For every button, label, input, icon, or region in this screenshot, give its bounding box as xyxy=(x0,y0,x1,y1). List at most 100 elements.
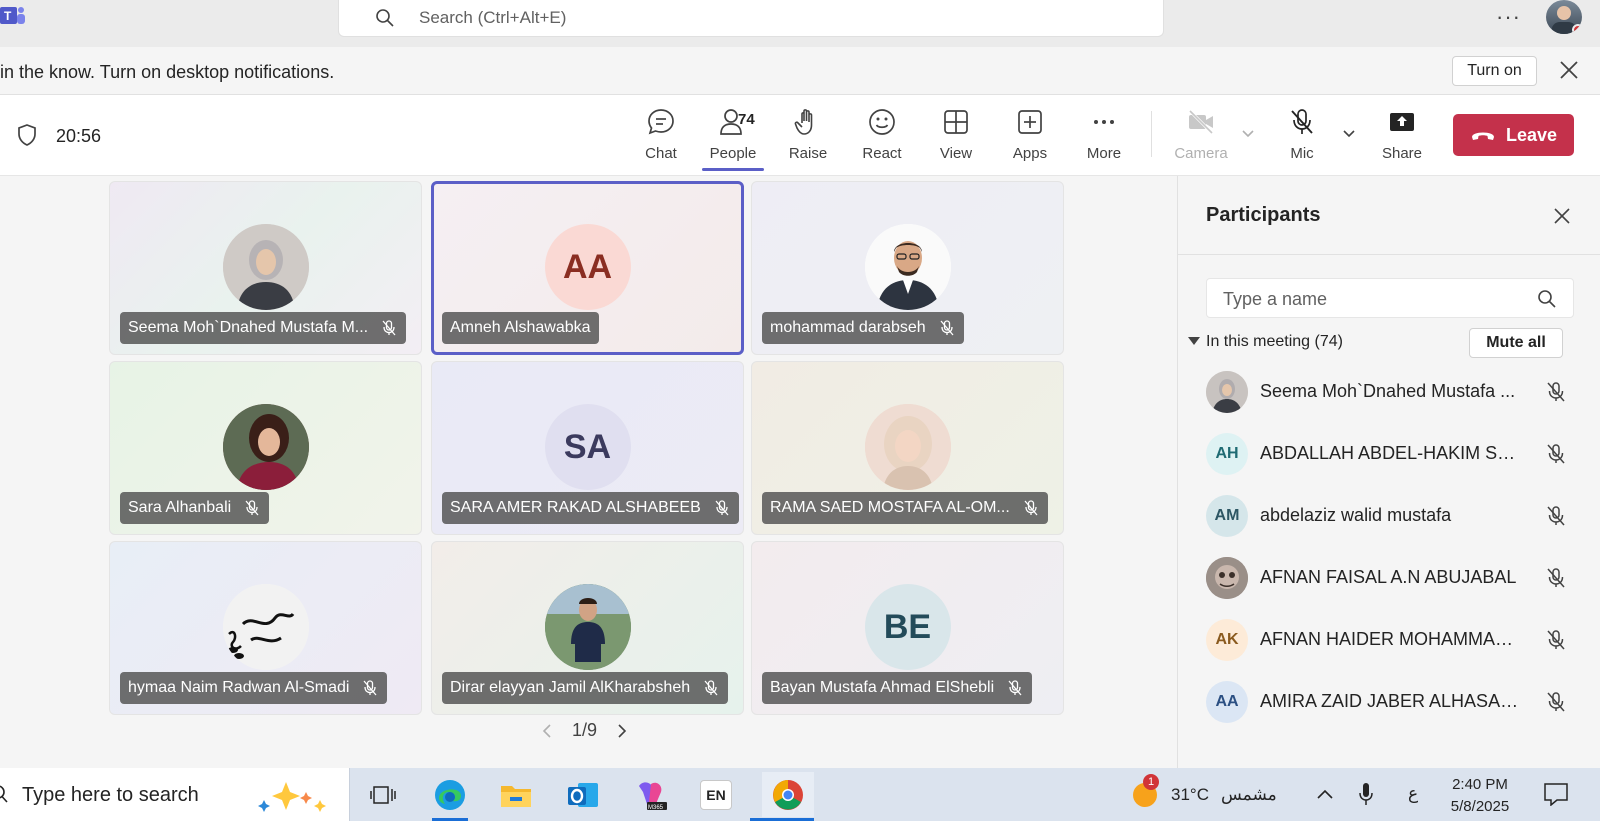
mic-off-icon xyxy=(1291,109,1313,134)
toolbar-divider xyxy=(1151,111,1152,157)
video-tile[interactable]: Seema Moh`Dnahed Mustafa M... xyxy=(109,181,422,355)
person-photo-icon xyxy=(222,404,309,490)
share-button[interactable]: Share xyxy=(1367,107,1437,167)
participant-list-item[interactable]: AM abdelaziz walid mustafa xyxy=(1206,492,1576,538)
participants-panel-header: Participants xyxy=(1178,176,1600,255)
weather-widget-icon[interactable]: 1 xyxy=(1131,774,1159,808)
teams-logo-icon[interactable]: T xyxy=(0,4,26,30)
participant-nametag: hymaa Naim Radwan Al-Smadi xyxy=(120,672,388,704)
participant-list-item[interactable]: AK AFNAN HAIDER MOHAMMAD... xyxy=(1206,616,1576,662)
more-button[interactable]: More xyxy=(1069,107,1139,167)
participants-panel: Participants Type a name In this meeting… xyxy=(1177,176,1600,768)
hang-up-icon xyxy=(1471,132,1494,140)
taskbar-m365-button[interactable]: M365 xyxy=(630,776,670,814)
global-search-bar[interactable]: Search (Ctrl+Alt+E) xyxy=(338,0,1164,37)
chat-label: Chat xyxy=(645,145,677,162)
more-options-icon[interactable]: ··· xyxy=(1496,4,1521,30)
taskbar-chrome-button[interactable] xyxy=(762,772,814,817)
show-hidden-icons-chevron-icon[interactable] xyxy=(1316,788,1334,800)
video-tile[interactable]: RAMA SAED MOSTAFA AL-OM... xyxy=(751,361,1064,535)
taskbar-search-box[interactable]: Type here to search xyxy=(0,768,350,821)
mute-all-button[interactable]: Mute all xyxy=(1469,328,1563,358)
participant-nametag: SARA AMER RAKAD ALSHABEEB xyxy=(442,492,739,524)
leave-button[interactable]: Leave xyxy=(1453,114,1574,156)
meeting-timer: 20:56 xyxy=(56,126,102,146)
chrome-browser-icon xyxy=(773,779,803,810)
more-dots-icon xyxy=(1094,120,1114,124)
participant-list-item[interactable]: AFNAN FAISAL A.N ABUJABAL xyxy=(1206,554,1576,600)
in-meeting-section-header[interactable]: In this meeting (74) Mute all xyxy=(1188,328,1588,358)
mic-muted-icon xyxy=(1547,444,1565,464)
mic-muted-icon xyxy=(1547,506,1565,526)
video-tile[interactable]: Sara Alhanbali xyxy=(109,361,422,535)
react-button[interactable]: React xyxy=(847,107,917,167)
mic-options-chevron-icon[interactable] xyxy=(1341,125,1357,141)
participant-list-item[interactable]: Seema Moh`Dnahed Mustafa ... xyxy=(1206,368,1576,414)
mic-muted-icon xyxy=(245,500,259,516)
mic-button[interactable]: Mic xyxy=(1267,107,1337,167)
copilot-sparkle-icon[interactable] xyxy=(256,778,340,814)
person-photo-icon xyxy=(1206,371,1248,413)
camera-options-chevron-icon[interactable] xyxy=(1240,125,1256,141)
next-page-icon[interactable] xyxy=(615,722,629,740)
participant-list-item[interactable]: AH ABDALLAH ABDEL-HAKIM SAL... xyxy=(1206,430,1576,476)
video-tile[interactable]: hymaa Naim Radwan Al-Smadi xyxy=(109,541,422,715)
task-view-button[interactable] xyxy=(363,776,403,814)
close-panel-icon[interactable] xyxy=(1552,206,1572,226)
taskbar-outlook-button[interactable] xyxy=(563,776,603,814)
input-method-indicator[interactable]: ع xyxy=(1408,784,1418,804)
taskbar-file-explorer-button[interactable] xyxy=(496,776,536,814)
participant-list-item[interactable]: AA AMIRA ZAID JABER ALHASABE... xyxy=(1206,678,1576,724)
system-clock[interactable]: 2:40 PM 5/8/2025 xyxy=(1440,774,1520,818)
more-label: More xyxy=(1086,145,1122,162)
close-banner-icon[interactable] xyxy=(1558,59,1580,81)
participant-photo xyxy=(1206,557,1248,599)
video-tile[interactable]: SA SARA AMER RAKAD ALSHABEEB xyxy=(431,361,744,535)
camera-button[interactable]: Camera xyxy=(1166,107,1236,167)
raise-hand-icon xyxy=(794,109,813,135)
taskbar-edge-button[interactable] xyxy=(430,776,470,814)
participant-nametag: mohammad darabseh xyxy=(762,312,964,344)
participant-list-name: ABDALLAH ABDEL-HAKIM SAL... xyxy=(1260,443,1522,463)
participant-photo xyxy=(864,224,951,310)
video-tile[interactable]: BE Bayan Mustafa Ahmad ElShebli xyxy=(751,541,1064,715)
video-tile[interactable]: mohammad darabseh xyxy=(751,181,1064,355)
collapse-triangle-icon[interactable] xyxy=(1188,337,1200,345)
language-badge: EN xyxy=(700,780,732,810)
page-indicator: 1/9 xyxy=(572,720,598,740)
previous-page-icon[interactable] xyxy=(540,722,554,740)
shield-icon[interactable] xyxy=(16,123,38,147)
mic-muted-icon xyxy=(1547,382,1565,402)
view-button[interactable]: View xyxy=(921,107,991,167)
participant-name: Amneh Alshawabka xyxy=(450,319,591,336)
taskbar-language-button[interactable]: EN xyxy=(696,776,736,814)
user-avatar[interactable] xyxy=(1546,0,1582,34)
video-tile[interactable]: Dirar elayyan Jamil AlKharabsheh xyxy=(431,541,744,715)
person-photo-icon xyxy=(864,224,951,310)
microphone-in-use-icon[interactable] xyxy=(1359,782,1373,806)
participants-title: Participants xyxy=(1206,204,1321,226)
apps-button[interactable]: Apps xyxy=(995,107,1065,167)
participant-list-name: Seema Moh`Dnahed Mustafa ... xyxy=(1260,381,1516,401)
search-icon xyxy=(0,785,8,803)
chat-button[interactable]: Chat xyxy=(626,107,696,167)
participant-photo xyxy=(222,584,309,670)
windows-taskbar: Type here to search M365 EN 1 31°C مشمس … xyxy=(0,768,1600,821)
notification-center-icon[interactable] xyxy=(1543,782,1569,806)
svg-text:M365: M365 xyxy=(648,805,664,811)
apps-label: Apps xyxy=(1012,145,1048,162)
participant-initials-avatar: AM xyxy=(1206,495,1248,537)
camera-off-icon xyxy=(1188,109,1214,135)
participant-photo xyxy=(864,404,951,490)
people-button[interactable]: 74 People xyxy=(698,107,768,167)
raise-hand-button[interactable]: Raise xyxy=(773,107,843,167)
mic-muted-icon xyxy=(382,320,396,336)
participant-name: SARA AMER RAKAD ALSHABEEB xyxy=(450,499,701,516)
share-screen-icon xyxy=(1390,113,1414,131)
video-tile-active-speaker[interactable]: AA Amneh Alshawabka xyxy=(431,181,744,355)
participant-search-input[interactable]: Type a name xyxy=(1206,278,1574,318)
mic-muted-icon xyxy=(1547,630,1565,650)
turn-on-notifications-button[interactable]: Turn on xyxy=(1452,56,1537,86)
temperature-label: 31°C xyxy=(1171,785,1209,804)
person-photo-icon xyxy=(222,224,309,310)
